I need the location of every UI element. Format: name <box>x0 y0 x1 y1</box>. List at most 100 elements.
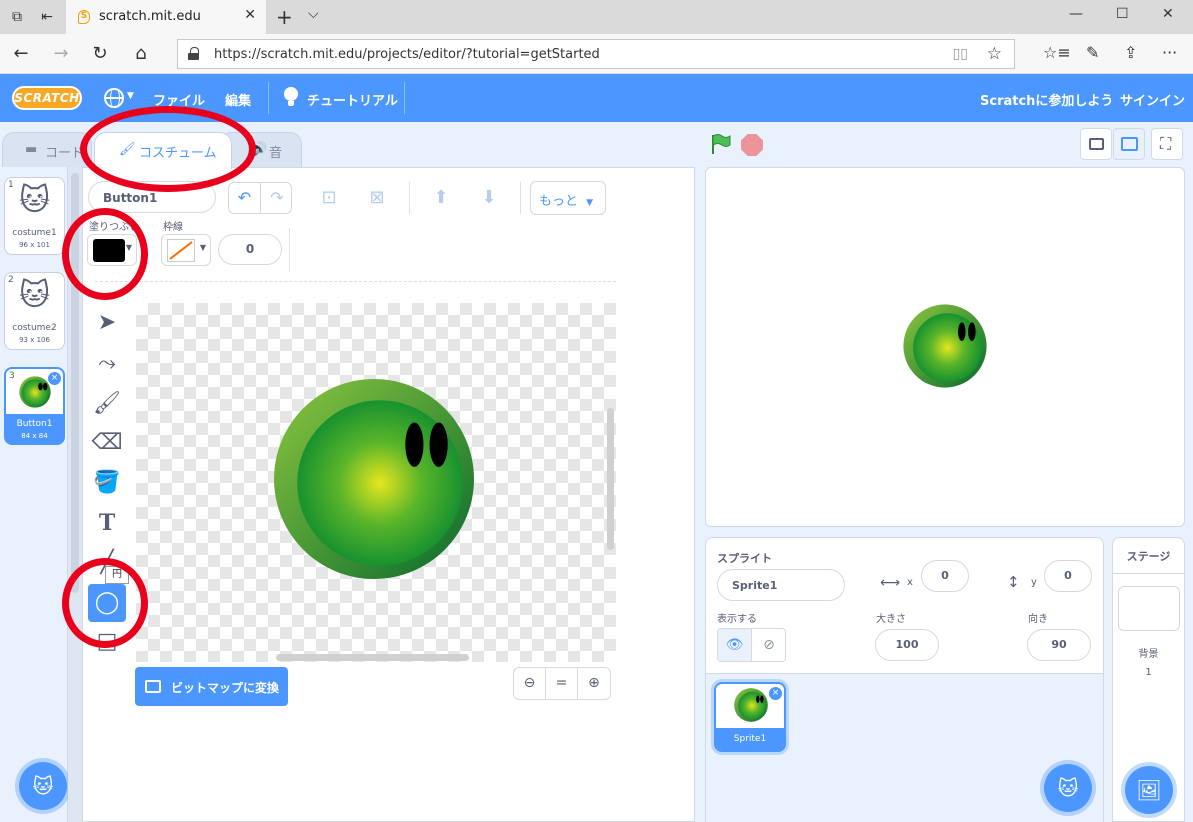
menu-edit[interactable]: 編集 <box>225 90 251 109</box>
outline-label: 枠線 <box>163 222 183 233</box>
maximize-icon[interactable]: ☐ <box>1116 6 1129 22</box>
hide-eye-icon[interactable]: ⊘ <box>752 629 785 661</box>
annotation-circle-circle-tool <box>62 558 148 648</box>
address-input[interactable]: https://scratch.mit.edu/projects/editor/… <box>177 39 1015 69</box>
x-input[interactable]: 0 <box>921 560 969 592</box>
menu-tutorials[interactable]: チュートリアル <box>307 90 398 109</box>
costume-index: 2 <box>8 275 14 285</box>
image-icon <box>145 680 161 693</box>
stage[interactable] <box>705 167 1185 527</box>
green-flag-icon[interactable] <box>709 133 731 155</box>
refresh-icon[interactable]: ↻ <box>89 43 111 64</box>
join-scratch-link[interactable]: Scratchに参加しよう <box>980 90 1113 109</box>
costume-size: 96 x 101 <box>19 241 50 249</box>
costume-item-3[interactable]: 3 × Button1 84 x 84 <box>4 367 65 445</box>
stage-thumbnail[interactable] <box>1118 586 1180 631</box>
new-tab-icon[interactable]: + <box>276 5 293 29</box>
backward-layer-icon[interactable]: ⬇ <box>477 186 501 210</box>
direction-input[interactable]: 90 <box>1027 629 1091 661</box>
reshape-tool-icon[interactable]: ⤳ <box>88 345 126 383</box>
favorite-star-icon[interactable]: ☆ <box>987 44 1002 64</box>
tab-code[interactable]: ▬ コード <box>2 132 92 168</box>
tab-actions-icon[interactable]: ⧉ <box>8 8 26 26</box>
sprite-pane: スプライト Sprite1 ⟷ x 0 ↕ y 0 表示する 👁 ⊘ 大きさ 1… <box>705 537 1104 822</box>
costume-size: 84 x 84 <box>21 432 48 440</box>
select-tool-icon[interactable]: ➤ <box>88 304 126 342</box>
zoom-out-icon[interactable]: ⊖ <box>514 668 546 699</box>
outline-width-input[interactable]: 0 <box>218 234 282 265</box>
costume-item-1[interactable]: 1 🐱 costume1 96 x 101 <box>4 177 65 255</box>
brush-tool-icon[interactable]: 🖌 <box>88 385 126 423</box>
small-stage-button[interactable] <box>1080 128 1112 160</box>
toolbar-divider <box>289 228 290 272</box>
forward-layer-icon[interactable]: ⬆ <box>429 186 453 210</box>
fullscreen-icon: ⛶ <box>1160 134 1172 153</box>
sprite-info: スプライト Sprite1 ⟷ x 0 ↕ y 0 表示する 👁 ⊘ 大きさ 1… <box>706 538 1103 674</box>
fill-tool-icon[interactable]: 🪣 <box>88 464 126 502</box>
visibility-toggle: 👁 ⊘ <box>717 628 786 662</box>
toolbar-rule <box>95 281 616 282</box>
back-icon[interactable]: ← <box>10 43 32 64</box>
toolbar-divider <box>409 182 410 214</box>
choose-backdrop-button[interactable]: 🖼 <box>1125 766 1173 814</box>
eraser-tool-icon[interactable]: ⌫ <box>88 424 126 462</box>
close-tab-icon[interactable]: ✕ <box>244 7 256 23</box>
sign-in-link[interactable]: サインイン <box>1120 90 1185 109</box>
reading-view-icon[interactable]: ▯▯ <box>953 46 968 62</box>
size-input[interactable]: 100 <box>875 629 939 661</box>
minimize-icon[interactable]: — <box>1069 6 1083 22</box>
share-icon[interactable]: ⇪ <box>1124 43 1137 62</box>
choose-costume-button[interactable]: 🐱 <box>19 762 67 810</box>
normal-stage-button[interactable] <box>1113 128 1145 160</box>
favorites-list-icon[interactable]: ☆≡ <box>1043 43 1071 62</box>
ungroup-icon[interactable]: ⊠ <box>365 186 389 210</box>
close-window-icon[interactable]: ✕ <box>1162 6 1174 22</box>
choose-sprite-button[interactable]: 🐱 <box>1044 764 1092 812</box>
no-outline-swatch <box>167 239 195 262</box>
delete-sprite-icon[interactable]: × <box>769 687 782 700</box>
zoom-in-icon[interactable]: ⊕ <box>578 668 610 699</box>
costume-size: 93 x 106 <box>19 336 50 344</box>
button-thumbnail <box>19 376 51 408</box>
forward-icon[interactable]: → <box>50 43 72 64</box>
more-dots-icon[interactable]: ··· <box>1162 43 1177 62</box>
outline-caret-icon: ▼ <box>199 243 206 252</box>
zoom-reset-button[interactable]: = <box>546 668 578 699</box>
backdrop-count: 1 <box>1145 667 1152 678</box>
language-globe-icon[interactable] <box>104 88 124 108</box>
paint-editor: Button1 ↶ ↷ ⊡ ⊠ ⬆ ⬇ もっと ▼ 塗りつぶし ▼ 枠線 ▼ 0… <box>82 167 695 822</box>
redo-icon[interactable]: ↷ <box>261 183 291 213</box>
costume-name: Button1 <box>16 419 53 429</box>
scratch-logo[interactable]: SCRATCH <box>12 86 82 110</box>
paint-canvas[interactable] <box>136 303 616 662</box>
costume-index: 1 <box>8 180 14 190</box>
costume-item-2[interactable]: 2 🐱 costume2 93 x 106 <box>4 272 65 350</box>
annotation-circle-costumes-tab <box>80 106 256 192</box>
canvas-vertical-scrollbar[interactable] <box>607 408 614 550</box>
canvas-horizontal-scrollbar[interactable] <box>276 654 469 661</box>
convert-to-bitmap-button[interactable]: ビットマップに変換 <box>135 667 288 706</box>
browser-tab[interactable]: S scratch.mit.edu ✕ <box>66 0 266 34</box>
fullscreen-button[interactable]: ⛶ <box>1151 128 1183 160</box>
y-input[interactable]: 0 <box>1044 560 1092 592</box>
outline-color-picker[interactable]: ▼ <box>161 234 211 266</box>
y-label: y <box>1031 577 1037 588</box>
text-tool-icon[interactable]: T <box>88 504 126 542</box>
stage-sprite-button[interactable] <box>903 304 987 388</box>
more-button[interactable]: もっと ▼ <box>530 181 606 215</box>
group-icon[interactable]: ⊡ <box>317 186 341 210</box>
direction-label: 向き <box>1028 614 1048 625</box>
costume-index: 3 <box>9 371 15 381</box>
undo-icon[interactable]: ↶ <box>229 183 261 213</box>
language-caret-icon[interactable]: ▼ <box>127 91 134 101</box>
zoom-controls: ⊖ = ⊕ <box>513 667 611 700</box>
set-aside-tabs-icon[interactable]: ⇤ <box>38 8 56 26</box>
pen-notes-icon[interactable]: ✎ <box>1086 43 1099 62</box>
show-eye-icon[interactable]: 👁 <box>718 629 752 661</box>
sprite-name-input[interactable]: Sprite1 <box>717 569 845 601</box>
stop-icon[interactable] <box>741 134 763 156</box>
sprite-item[interactable]: × Sprite1 <box>714 682 786 752</box>
costume-list: 1 🐱 costume1 96 x 101 2 🐱 costume2 93 x … <box>0 167 68 822</box>
home-icon[interactable]: ⌂ <box>130 43 152 64</box>
tab-list-chevron-icon[interactable]: ⌵ <box>308 6 319 22</box>
